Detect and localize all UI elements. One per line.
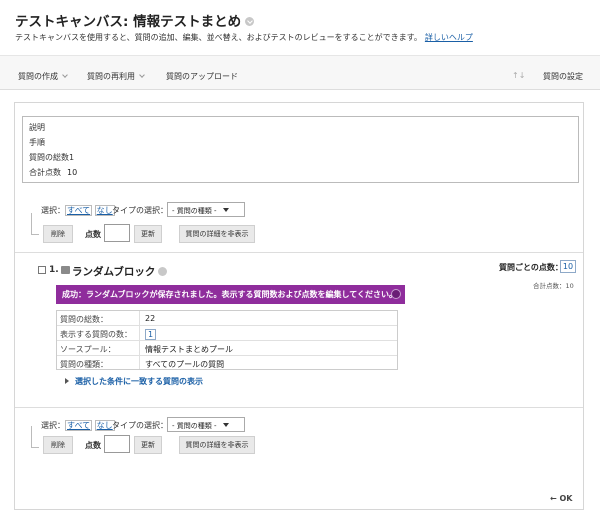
question-type-dropdown[interactable]: - 質問の種類 -	[167, 417, 245, 432]
chevron-down-icon	[222, 208, 229, 212]
update-button[interactable]: 更新	[134, 225, 162, 243]
success-message: 成功：ランダムブロックが保存されました。表示する質問数および点数を編集してくださ…	[56, 285, 405, 304]
points-label: 点数	[85, 230, 101, 239]
sort-icon[interactable]: ↑↓	[512, 71, 525, 80]
points-input[interactable]	[104, 435, 130, 453]
expand-triangle-icon	[65, 378, 69, 384]
points-per-question-value[interactable]: 10	[560, 260, 576, 273]
update-button[interactable]: 更新	[134, 436, 162, 454]
help-link[interactable]: 詳しいヘルプ	[425, 33, 473, 42]
description-row: 説明	[29, 123, 45, 132]
divider	[15, 252, 583, 253]
show-matching-questions-link[interactable]: 選択した条件に一致する質問の表示	[65, 376, 203, 387]
hide-details-button[interactable]: 質問の詳細を非表示	[179, 225, 255, 243]
chevron-down-icon[interactable]	[245, 16, 255, 26]
table-row: ソースプール： 情報テストまとめプール	[57, 341, 397, 356]
question-title: ランダムブロック	[72, 264, 168, 279]
question-number: 1.	[49, 265, 59, 275]
chevron-down-icon[interactable]	[158, 266, 168, 276]
test-info-box: 説明 手順 質問の総数1 合計点数 10	[22, 116, 579, 183]
ok-button[interactable]: ← OK	[550, 494, 573, 503]
instructions-row: 手順	[29, 138, 45, 147]
type-select-label: タイプの選択：	[112, 206, 168, 215]
tree-connector	[31, 426, 39, 448]
page-description: テストキャンバスを使用すると、質問の追加、編集、並べ替え、およびテストのレビュー…	[15, 33, 473, 42]
delete-button[interactable]: 削除	[43, 225, 73, 243]
select-all-link[interactable]: すべて	[65, 205, 93, 216]
divider	[15, 407, 583, 408]
random-block-details-table: 質問の総数： 22 表示する質問の数： 1 ソースプール： 情報テストまとめプール 質…	[56, 310, 398, 370]
tree-connector	[31, 213, 39, 235]
random-block-icon	[61, 266, 70, 274]
total-points-row: 合計点数 10	[29, 168, 78, 177]
select-controls: 選択： すべて なし	[41, 420, 115, 431]
page-title: テストキャンバス: 情報テストまとめ	[15, 10, 255, 30]
chevron-down-icon	[139, 72, 145, 78]
points-input[interactable]	[104, 224, 130, 242]
reuse-question-menu[interactable]: 質問の再利用	[87, 71, 145, 82]
question-total-points: 合計点数：10	[533, 282, 574, 290]
table-row: 質問の総数： 22	[57, 311, 397, 326]
table-row: 表示する質問の数： 1	[57, 326, 397, 341]
chevron-down-icon	[222, 423, 229, 427]
total-questions-row: 質問の総数1	[29, 153, 75, 162]
question-settings-button[interactable]: 質問の設定	[543, 71, 583, 82]
question-type-dropdown[interactable]: - 質問の種類 -	[167, 202, 245, 217]
select-controls: 選択： すべて なし	[41, 205, 115, 216]
delete-button[interactable]: 削除	[43, 436, 73, 454]
create-question-menu[interactable]: 質問の作成	[18, 71, 68, 82]
chevron-down-icon	[62, 72, 68, 78]
upload-questions-button[interactable]: 質問のアップロード	[166, 71, 238, 82]
select-all-link[interactable]: すべて	[65, 420, 93, 431]
table-row: 質問の種類： すべてのプールの質問	[60, 360, 225, 369]
close-icon[interactable]	[391, 289, 401, 299]
action-bar: 質問の作成 質問の再利用 質問のアップロード ↑↓ 質問の設定	[0, 56, 600, 90]
points-per-question-label: 質問ごとの点数：	[499, 263, 563, 272]
points-label: 点数	[85, 441, 101, 450]
type-select-label: タイプの選択：	[112, 421, 168, 430]
hide-details-button[interactable]: 質問の詳細を非表示	[179, 436, 255, 454]
question-checkbox[interactable]	[38, 266, 46, 274]
questions-to-display-input[interactable]: 1	[145, 329, 157, 340]
